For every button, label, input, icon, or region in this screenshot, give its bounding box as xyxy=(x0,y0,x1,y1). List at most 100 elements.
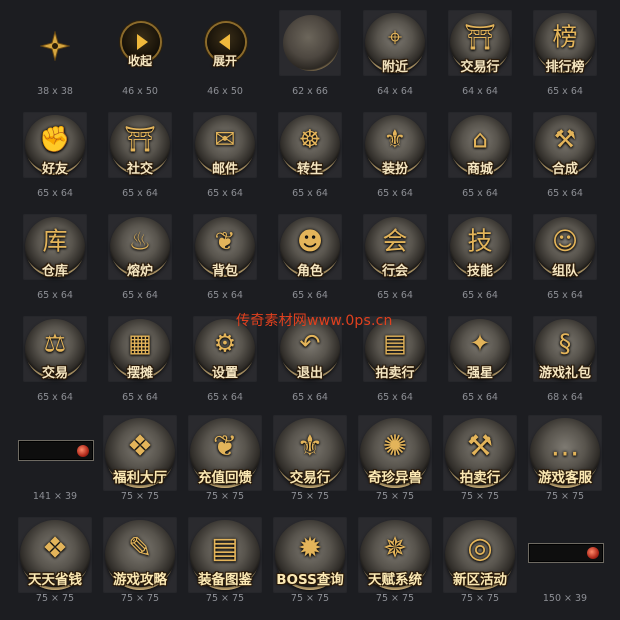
watermark-text: 传奇素材网www.0ps.cn xyxy=(236,313,393,329)
drum-icon: ◎ xyxy=(467,530,493,565)
menu-label: 游戏客服 xyxy=(538,470,592,486)
menu-label: 奇珍异兽 xyxy=(368,470,422,486)
dimension-label: 65 x 64 xyxy=(207,188,243,199)
dimension-label: 75 × 75 xyxy=(460,593,500,604)
dimension-label: 65 x 64 xyxy=(207,290,243,301)
warehouse-icon: 库 xyxy=(42,226,68,256)
robe-icon: ⚜ xyxy=(383,124,407,154)
health-bar xyxy=(528,543,604,563)
menu-label: 社交 xyxy=(126,162,154,177)
menu-label: 排行榜 xyxy=(545,60,585,75)
dimension-label: 75 × 75 xyxy=(375,491,415,502)
menu-label: 商城 xyxy=(466,162,494,177)
talent-emblem-icon: ✵ xyxy=(382,530,408,565)
gift-pile-icon: ❖ xyxy=(42,530,68,565)
shuriken-icon xyxy=(40,31,70,61)
dimension-label: 75 × 75 xyxy=(460,491,500,502)
dimension-label: 65 x 64 xyxy=(377,392,413,403)
dragon-icon: § xyxy=(558,328,572,358)
menu-label: BOSS查询 xyxy=(276,572,344,588)
collapse-label: 收起 xyxy=(127,54,153,68)
potion-dot-icon xyxy=(77,444,89,457)
menu-label: 合成 xyxy=(551,162,579,177)
menu-label: 游戏礼包 xyxy=(538,366,592,381)
money-bag-icon: ❦ xyxy=(212,428,238,463)
team-portrait-icon: ☺ xyxy=(551,226,579,256)
menu-label: 天赋系统 xyxy=(368,572,422,588)
pavilion-icon: ⛩ xyxy=(464,22,496,52)
dimension-label: 75 × 75 xyxy=(290,593,330,604)
dimension-label: 75 × 75 xyxy=(35,593,75,604)
menu-label: 装备图鉴 xyxy=(198,572,252,588)
dimension-label: 65 x 64 xyxy=(547,290,583,301)
star-cube-icon: ✦ xyxy=(469,328,491,358)
book-icon: ▤ xyxy=(211,530,239,565)
menu-label: 拍卖行 xyxy=(459,470,501,486)
dimension-label: 38 x 38 xyxy=(37,86,73,97)
menu-label: 转生 xyxy=(296,162,324,177)
menu-label: 附近 xyxy=(381,60,409,75)
menu-label: 交易行 xyxy=(460,60,500,75)
stall-icon: ▦ xyxy=(128,328,152,358)
menu-label: 摆摊 xyxy=(126,366,154,381)
exit-arrow-icon: ↶ xyxy=(299,328,321,358)
dimension-label: 65 x 64 xyxy=(547,86,583,97)
menu-label: 天天省钱 xyxy=(28,572,82,588)
ranking-scroll-icon: 榜 xyxy=(552,22,578,52)
menu-label: 装扮 xyxy=(381,162,409,177)
menu-label: 拍卖行 xyxy=(375,366,415,381)
boss-emblem-icon: ✹ xyxy=(297,530,323,565)
dimension-label: 65 x 64 xyxy=(462,188,498,199)
dimension-label: 75 × 75 xyxy=(205,491,245,502)
skill-book-icon: 技 xyxy=(467,226,493,256)
dimension-label: 46 x 50 xyxy=(122,86,158,97)
dimension-label: 65 x 64 xyxy=(292,188,328,199)
chat-bubble-icon: … xyxy=(550,428,580,463)
dimension-label: 68 x 64 xyxy=(547,392,583,403)
scales-icon: ⚖ xyxy=(43,328,67,358)
stone-disc-icon[interactable] xyxy=(283,15,339,71)
menu-label: 充值回馈 xyxy=(198,470,252,486)
dimension-label: 64 x 64 xyxy=(462,86,498,97)
dimension-label: 75 × 75 xyxy=(290,491,330,502)
menu-label: 新区活动 xyxy=(453,572,507,588)
menu-label: 仓库 xyxy=(41,264,69,279)
dimension-label: 46 x 50 xyxy=(207,86,243,97)
menu-label: 背包 xyxy=(211,264,239,279)
handshake-icon: ✊ xyxy=(39,124,71,154)
meditating-figure-icon: ☸ xyxy=(298,124,322,154)
menu-label: 设置 xyxy=(211,366,239,381)
warrior-portrait-icon: ☻ xyxy=(296,226,324,256)
auction-book-icon: ▤ xyxy=(383,328,407,358)
dimension-label: 65 x 64 xyxy=(207,392,243,403)
dimension-label: 65 x 64 xyxy=(292,290,328,301)
dimension-label: 75 × 75 xyxy=(205,593,245,604)
furnace-icon: ♨ xyxy=(128,226,152,256)
dimension-label: 65 x 64 xyxy=(462,392,498,403)
menu-label: 强星 xyxy=(466,366,494,381)
trade-emblem-icon: ⚜ xyxy=(297,428,323,463)
arrow-left-icon xyxy=(219,34,230,50)
menu-label: 交易 xyxy=(41,366,69,381)
dimension-label: 65 x 64 xyxy=(292,392,328,403)
dimension-label: 75 × 75 xyxy=(120,593,160,604)
gear-icon: ⚙ xyxy=(213,328,237,358)
dimension-label: 65 x 64 xyxy=(37,290,73,301)
dimension-label: 75 × 75 xyxy=(545,491,585,502)
dimension-label: 65 x 64 xyxy=(122,290,158,301)
scroll-icon: ✎ xyxy=(127,530,153,565)
dimension-label: 62 x 66 xyxy=(292,86,328,97)
gavel-icon: ⚒ xyxy=(467,428,493,463)
dimension-label: 75 × 75 xyxy=(120,491,160,502)
dimension-label: 65 x 64 xyxy=(377,290,413,301)
gate-icon: ⛩ xyxy=(124,124,156,154)
menu-label: 角色 xyxy=(296,264,324,279)
dimension-label: 65 x 64 xyxy=(547,188,583,199)
health-bar xyxy=(18,440,94,461)
dimension-label: 75 × 75 xyxy=(375,593,415,604)
dimension-label: 150 × 39 xyxy=(542,593,588,604)
menu-label: 熔炉 xyxy=(126,264,154,279)
dimension-label: 65 x 64 xyxy=(377,188,413,199)
bag-icon: ❦ xyxy=(214,226,236,256)
dimension-label: 65 x 64 xyxy=(122,392,158,403)
